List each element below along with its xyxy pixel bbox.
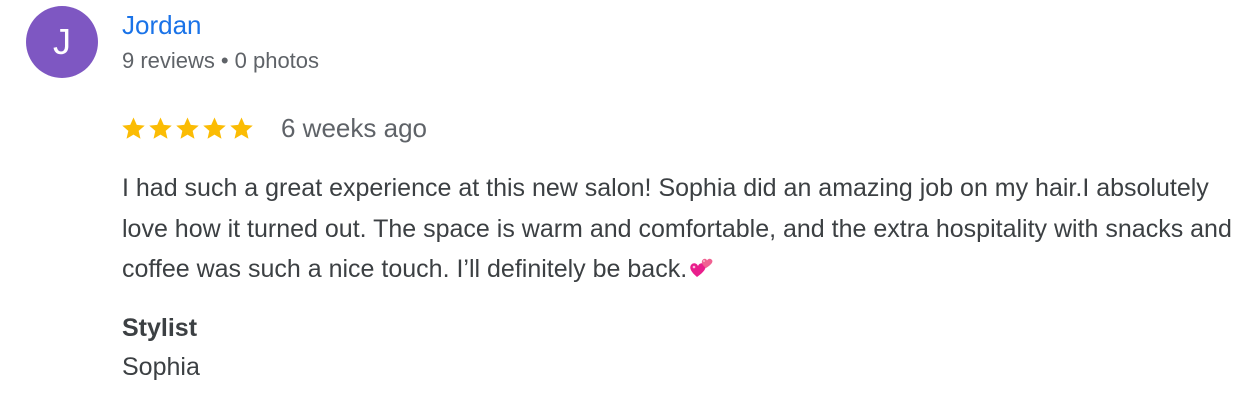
rating-row: 6 weeks ago <box>120 110 427 146</box>
author-meta: 9 reviews • 0 photos <box>122 46 319 76</box>
star-icon <box>228 115 255 142</box>
author-name-link[interactable]: Jordan <box>122 8 202 42</box>
review-text: I had such a great experience at this ne… <box>122 168 1232 290</box>
attribute-value: Sophia <box>122 353 200 381</box>
two-hearts-icon <box>689 252 715 278</box>
star-rating <box>120 115 255 142</box>
attribute-label: Stylist <box>122 314 198 342</box>
review-card: J Jordan 9 reviews • 0 photos 6 weeks ago … <box>0 0 1240 416</box>
reviews-count: 9 reviews <box>122 48 215 73</box>
review-time: 6 weeks ago <box>281 113 427 143</box>
star-icon <box>174 115 201 142</box>
star-icon <box>147 115 174 142</box>
avatar-initial: J <box>53 21 71 62</box>
avatar[interactable]: J <box>26 6 98 78</box>
star-icon <box>201 115 228 142</box>
photos-count: 0 photos <box>234 48 320 73</box>
star-icon <box>120 115 147 142</box>
review-body: I had such a great experience at this ne… <box>122 174 1232 283</box>
meta-separator: • <box>220 48 229 73</box>
